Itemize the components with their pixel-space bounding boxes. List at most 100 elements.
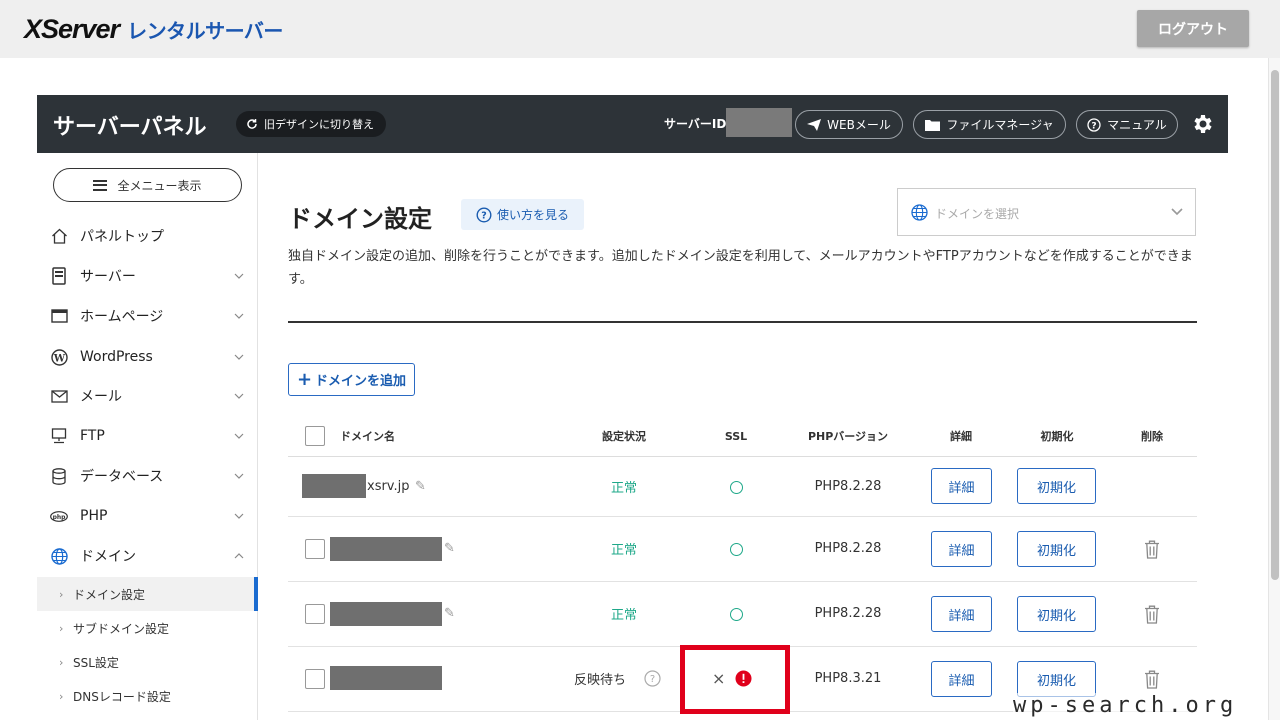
sidebar-item-label: PHP xyxy=(80,508,108,524)
trash-icon[interactable] xyxy=(1142,603,1162,625)
chevron-right-icon: › xyxy=(59,655,64,669)
sidebar-item-domain[interactable]: ドメイン xyxy=(37,538,257,574)
sidebar-item-php[interactable]: php PHP xyxy=(37,498,257,534)
chevron-up-icon xyxy=(234,553,244,559)
init-button[interactable]: 初期化 xyxy=(1017,468,1096,504)
ssl-ok-icon xyxy=(729,480,743,494)
sidebar-item-label: WordPress xyxy=(80,349,153,365)
manual-label: マニュアル xyxy=(1107,118,1167,132)
detail-button[interactable]: 詳細 xyxy=(931,596,992,632)
all-menu-label: 全メニュー表示 xyxy=(117,178,202,193)
sidebar-item-ftp[interactable]: FTP xyxy=(37,418,257,454)
logo-main-text: XServer xyxy=(24,14,120,44)
chevron-down-icon xyxy=(234,473,244,479)
pencil-icon[interactable]: ✎ xyxy=(444,582,455,645)
howto-button[interactable]: ? 使い方を見る xyxy=(461,199,584,230)
chevron-down-icon xyxy=(234,513,244,519)
domain-redacted xyxy=(330,666,442,690)
sidebar-subitem-ssl-settings[interactable]: › SSL設定 xyxy=(37,645,257,679)
sidebar-item-label: ドメイン xyxy=(80,549,136,565)
ftp-icon xyxy=(50,427,68,445)
sidebar-item-database[interactable]: データベース xyxy=(37,458,257,494)
svg-text:W: W xyxy=(52,353,65,364)
sidebar-item-wordpress[interactable]: W WordPress xyxy=(37,339,257,375)
select-all-checkbox[interactable] xyxy=(305,426,325,446)
old-design-label: 旧デザインに切り替え xyxy=(264,118,374,131)
logo[interactable]: XServer レンタルサーバー xyxy=(24,14,283,45)
sidebar-item-label: ホームページ xyxy=(80,309,164,325)
webmail-label: WEBメール xyxy=(827,118,891,132)
init-button[interactable]: 初期化 xyxy=(1017,661,1096,697)
home-icon xyxy=(50,227,68,245)
table-row: ✎ 正常 PHP8.2.28 詳細 初期化 xyxy=(288,517,1197,582)
detail-button[interactable]: 詳細 xyxy=(931,661,992,697)
domain-redacted xyxy=(330,537,442,561)
add-domain-button[interactable]: + ドメインを追加 xyxy=(288,363,415,396)
sidebar-subitem-label: SSL設定 xyxy=(73,655,119,670)
domain-select-dropdown[interactable]: ドメインを選択 xyxy=(897,188,1196,236)
sidebar-item-mail[interactable]: メール xyxy=(37,378,257,414)
logout-button[interactable]: ログアウト xyxy=(1137,10,1249,47)
status-text: 正常 xyxy=(610,608,637,623)
column-header-status: 設定状況 xyxy=(602,430,646,443)
webmail-button[interactable]: WEBメール xyxy=(795,110,903,139)
sidebar-subitem-dns-settings[interactable]: › DNSレコード設定 xyxy=(37,679,257,713)
add-domain-label: ドメインを追加 xyxy=(315,374,407,389)
pencil-icon[interactable]: ✎ xyxy=(415,457,426,515)
page-title: ドメイン設定 xyxy=(288,205,432,233)
column-header-init: 初期化 xyxy=(1040,430,1074,443)
folder-icon xyxy=(925,119,941,131)
pencil-icon[interactable]: ✎ xyxy=(444,517,455,580)
server-id-redacted xyxy=(726,108,792,137)
help-icon[interactable]: ? xyxy=(643,669,661,687)
file-manager-button[interactable]: ファイルマネージャ xyxy=(913,110,1066,139)
scrollbar-thumb[interactable] xyxy=(1271,70,1279,580)
chevron-down-icon xyxy=(234,393,244,399)
sidebar-subitem-domain-settings[interactable]: › ドメイン設定 xyxy=(37,577,258,611)
database-icon xyxy=(50,467,68,485)
section-divider xyxy=(288,321,1197,323)
domain-redacted xyxy=(330,602,442,626)
sidebar-item-panel-top[interactable]: パネルトップ xyxy=(37,218,257,254)
chevron-down-icon xyxy=(234,433,244,439)
detail-button[interactable]: 詳細 xyxy=(931,468,992,504)
detail-button[interactable]: 詳細 xyxy=(931,531,992,567)
scrollbar[interactable] xyxy=(1268,58,1280,720)
sidebar-item-homepage[interactable]: ホームページ xyxy=(37,298,257,334)
mail-icon xyxy=(50,387,68,405)
all-menu-button[interactable]: 全メニュー表示 xyxy=(53,168,242,202)
trash-icon[interactable] xyxy=(1142,538,1162,560)
globe-icon xyxy=(911,204,928,221)
file-manager-label: ファイルマネージャ xyxy=(946,118,1054,132)
svg-text:?: ? xyxy=(649,674,654,685)
domain-redacted xyxy=(302,474,366,498)
old-design-toggle-button[interactable]: 旧デザインに切り替え xyxy=(236,111,386,137)
ssl-ok-icon xyxy=(729,608,743,621)
hamburger-icon xyxy=(93,179,108,191)
gear-icon[interactable] xyxy=(1191,112,1215,136)
init-button[interactable]: 初期化 xyxy=(1017,596,1096,632)
sidebar-subitem-label: ドメイン設定 xyxy=(73,587,146,602)
init-button[interactable]: 初期化 xyxy=(1017,531,1096,567)
plus-icon: + xyxy=(296,368,313,390)
row-checkbox[interactable] xyxy=(305,539,325,559)
logo-sub-text: レンタルサーバー xyxy=(127,19,283,43)
row-checkbox[interactable] xyxy=(305,604,325,624)
column-header-delete: 削除 xyxy=(1141,430,1163,443)
column-header-php: PHPバージョン xyxy=(807,430,889,443)
chevron-right-icon: › xyxy=(59,689,64,703)
row-checkbox[interactable] xyxy=(305,669,325,689)
sidebar-item-label: データベース xyxy=(80,469,164,485)
trash-icon[interactable] xyxy=(1142,668,1162,690)
chevron-down-icon xyxy=(234,354,244,360)
watermark: wp-search.org xyxy=(1013,693,1238,718)
chevron-right-icon: › xyxy=(59,587,64,601)
manual-button[interactable]: ? マニュアル xyxy=(1076,110,1178,139)
php-version: PHP8.2.28 xyxy=(814,478,882,494)
status-text: 正常 xyxy=(610,480,637,496)
chevron-down-icon xyxy=(1171,208,1183,216)
status-text: 正常 xyxy=(610,543,637,558)
sidebar-item-server[interactable]: サーバー xyxy=(37,258,257,294)
sidebar-subitem-subdomain-settings[interactable]: › サブドメイン設定 xyxy=(37,611,257,645)
column-header-ssl: SSL xyxy=(724,429,748,443)
